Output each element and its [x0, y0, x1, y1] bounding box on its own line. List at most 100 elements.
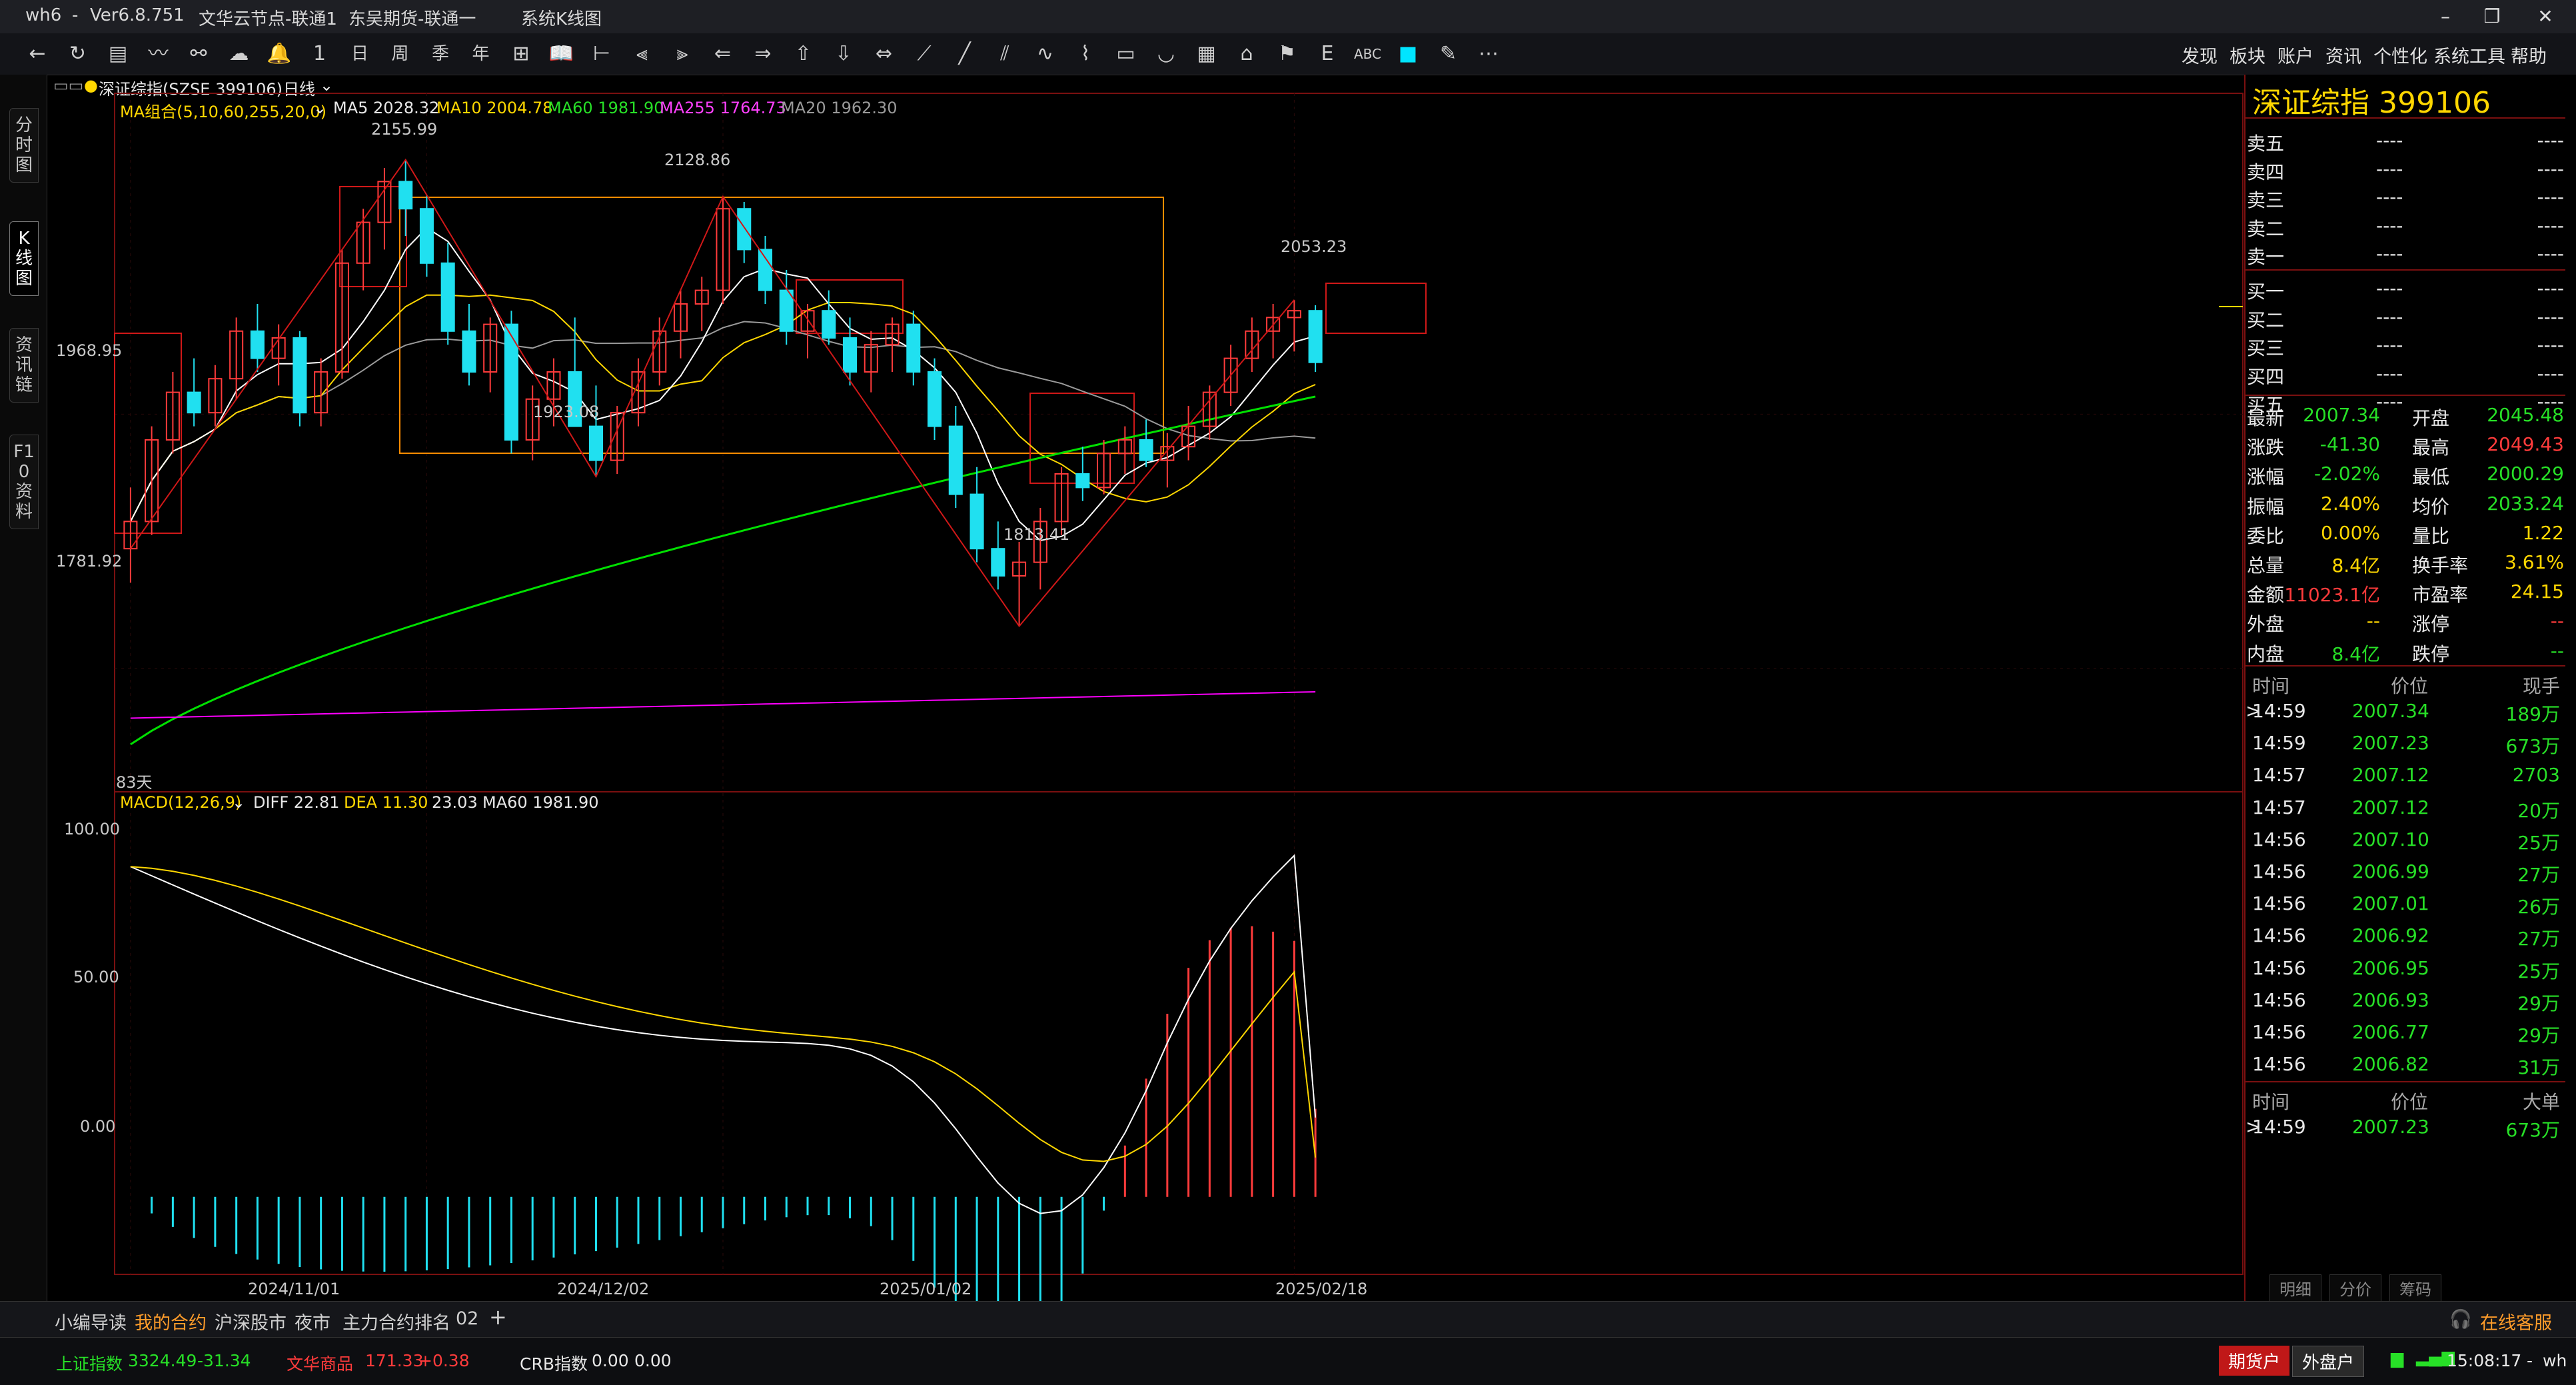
tab-detail[interactable]: 明细 [2269, 1274, 2321, 1302]
tab-my-contracts[interactable]: 我的合约 [135, 1308, 207, 1334]
stat-row[interactable]: 外盘 -- 涨停 -- [2246, 607, 2565, 635]
minimize-icon[interactable]: – [2425, 3, 2465, 31]
tick-volume: 2703 [2512, 764, 2560, 786]
tick-row[interactable]: 14:57 2007.12 20万 [2246, 794, 2565, 822]
foreign-account-button[interactable]: 外盘户 [2292, 1346, 2365, 1377]
stat-label: 跌停 [2412, 643, 2450, 665]
tick-volume: 25万 [2517, 960, 2560, 982]
stat-label: 金额 [2247, 584, 2285, 607]
candle [525, 385, 540, 461]
tick-row[interactable]: 14:59 2007.23 673万 [2246, 729, 2565, 757]
candle [187, 358, 201, 427]
ask-row[interactable]: 卖四 ---- ---- [2246, 155, 2565, 183]
bid-row[interactable]: 买三 ---- ---- [2246, 331, 2565, 359]
tick-row[interactable]: 14:56 2006.95 25万 [2246, 954, 2565, 982]
tick-row[interactable]: 14:56 2006.99 27万 [2246, 858, 2565, 886]
stat-row[interactable]: 涨跌 -41.30 最高 2049.43 [2246, 431, 2565, 459]
tab-02[interactable]: 02 [456, 1308, 478, 1329]
wh-index-name[interactable]: 文华商品 [287, 1351, 353, 1375]
ask-row[interactable]: 卖二 ---- ---- [2246, 212, 2565, 240]
tick-row[interactable]: 14:56 2006.77 29万 [2246, 1018, 2565, 1046]
candle [1308, 305, 1323, 372]
bid-row[interactable]: 买二 ---- ---- [2246, 303, 2565, 331]
kline-chart[interactable] [0, 0, 2244, 1301]
tick-row[interactable]: 14:57 2007.12 2703 [2246, 761, 2565, 789]
stat-row[interactable]: 委比 0.00% 量比 1.22 [2246, 519, 2565, 547]
sh-index-name[interactable]: 上证指数 [56, 1351, 123, 1375]
stat-value: 2.40% [2321, 492, 2380, 515]
menu-help[interactable]: 帮助 [2511, 42, 2547, 68]
tab-price-distribution[interactable]: 分价 [2329, 1274, 2381, 1302]
tab-night-market[interactable]: 夜市 [295, 1308, 330, 1334]
bid-row[interactable]: 买一 ---- ---- [2246, 275, 2565, 303]
candle-body [1308, 310, 1323, 363]
candle-body [1139, 439, 1153, 461]
menu-personalize[interactable]: 个性化 [2373, 42, 2427, 68]
futures-account-button[interactable]: 期货户 [2219, 1346, 2290, 1376]
menu-account[interactable]: 账户 [2277, 42, 2313, 68]
tick-price: 2006.82 [2352, 1053, 2429, 1076]
tick-row[interactable]: 14:56 2007.10 25万 [2246, 826, 2565, 854]
big-order-header[interactable]: 时间 价位 大单 [2246, 1085, 2565, 1113]
low-annotation: 1923.08 [533, 403, 600, 421]
stat-row[interactable]: 振幅 2.40% 均价 2033.24 [2246, 490, 2565, 518]
tick-row[interactable]: 14:56 2006.82 31万 [2246, 1050, 2565, 1078]
candle-body [822, 310, 836, 339]
stat-value: 1.22 [2522, 521, 2564, 544]
close-icon[interactable]: ✕ [2525, 3, 2565, 31]
big-order-row[interactable]: >14:59 2007.23 673万 [2246, 1113, 2565, 1141]
tab-hs-stocks[interactable]: 沪深股市 [215, 1308, 287, 1334]
candle [440, 243, 455, 345]
tick-volume: 673万 [2505, 1119, 2560, 1141]
ask-row[interactable]: 卖五 ---- ---- [2246, 127, 2565, 155]
tick-price: 2007.23 [2352, 732, 2429, 754]
monitor-icon[interactable]: ▆ [2391, 1348, 2403, 1368]
stat-value: 24.15 [2510, 581, 2564, 603]
stat-label: 开盘 [2412, 407, 2450, 429]
ask-volume: ---- [2537, 129, 2564, 151]
diff-label: DIFF 22.81 [253, 793, 340, 812]
chevron-down-icon[interactable]: ⌄ [232, 793, 245, 812]
macd-label[interactable]: MACD(12,26,9) [120, 793, 241, 812]
stat-value: 2049.43 [2487, 433, 2564, 456]
tick-volume: 29万 [2517, 992, 2560, 1014]
tick-volume: 26万 [2517, 896, 2560, 918]
candle-body [462, 330, 476, 373]
stat-value: 11023.1亿 [2284, 584, 2380, 607]
ask-row[interactable]: 卖一 ---- ---- [2246, 240, 2565, 268]
tick-row[interactable]: >14:59 2007.34 189万 [2246, 697, 2565, 725]
divider [2246, 395, 2565, 396]
tick-row[interactable]: 14:56 2006.92 27万 [2246, 922, 2565, 950]
tick-time: 14:56 [2252, 956, 2306, 979]
online-service-link[interactable]: 在线客服 [2480, 1308, 2552, 1334]
restore-icon[interactable]: ❐ [2472, 3, 2512, 31]
tick-row[interactable]: 14:56 2007.01 26万 [2246, 890, 2565, 918]
stat-row[interactable]: 涨幅 -2.02% 最低 2000.29 [2246, 460, 2565, 488]
candle-body [928, 371, 942, 427]
menu-news[interactable]: 资讯 [2325, 42, 2361, 68]
tick-time: 14:56 [2252, 1021, 2306, 1043]
tick-row[interactable]: 14:56 2006.93 29万 [2246, 986, 2565, 1014]
tab-chips[interactable]: 筹码 [2389, 1274, 2441, 1302]
tab-editor-guide[interactable]: 小编导读 [55, 1308, 127, 1334]
stat-row[interactable]: 金额 11023.1亿 市盈率 24.15 [2246, 578, 2565, 606]
col-volume: 现手 [2522, 675, 2560, 697]
crb-index-name[interactable]: CRB指数 [520, 1351, 588, 1375]
tick-header[interactable]: 时间 价位 现手 [2246, 669, 2565, 697]
stat-row[interactable]: 最新 2007.34 开盘 2045.48 [2246, 401, 2565, 429]
stat-row[interactable]: 总量 8.4亿 换手率 3.61% [2246, 549, 2565, 577]
ask-volume: ---- [2537, 157, 2564, 180]
headset-icon[interactable]: 🎧 [2449, 1308, 2472, 1330]
candle-body [293, 337, 307, 414]
stat-row[interactable]: 内盘 8.4亿 跌停 -- [2246, 637, 2565, 665]
menu-system-tools[interactable]: 系统工具 [2433, 42, 2505, 68]
stat-value: 2000.29 [2487, 463, 2564, 485]
tick-volume: 189万 [2505, 703, 2560, 725]
add-tab-button[interactable]: + [489, 1304, 507, 1330]
ask-row[interactable]: 卖三 ---- ---- [2246, 183, 2565, 211]
bid-row[interactable]: 买四 ---- ---- [2246, 360, 2565, 388]
candle [906, 311, 921, 386]
quote-symbol-name: 深证综指 399106 [2252, 86, 2491, 120]
bid-label: 买一 [2247, 281, 2285, 303]
tab-main-contract-rank[interactable]: 主力合约排名 [342, 1308, 450, 1334]
